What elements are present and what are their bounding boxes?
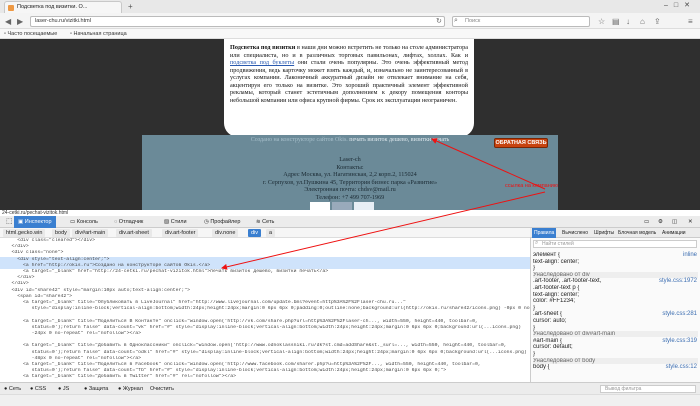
- content-card: Подсветка под визитки в наши дни можно в…: [224, 39, 474, 137]
- styles-icon: ▨: [164, 219, 171, 225]
- tab-debugger[interactable]: ◌ Отладчик: [110, 216, 147, 228]
- tab-profiler[interactable]: ◷ Профайлер: [200, 216, 244, 228]
- styles-filter-input[interactable]: Найти стилей: [533, 240, 697, 248]
- bookmarks-bar: ▫ Часто посещаемые ▫ Начальная страница: [0, 29, 700, 39]
- window-controls[interactable]: –□✕: [664, 1, 696, 9]
- breadcrumb-item[interactable]: body: [52, 229, 70, 237]
- markup-panel[interactable]: <div class="cleared"></div> </div> <div …: [0, 238, 530, 382]
- search-icon: ⌕: [454, 17, 458, 24]
- tab-title: Подсветка под визитки. О...: [17, 4, 88, 10]
- rule-source-link[interactable]: style.css:319: [662, 338, 697, 344]
- tab-console[interactable]: ▭ Консоль: [66, 216, 102, 228]
- counter-badge-icon[interactable]: [310, 202, 330, 210]
- rule-source-link[interactable]: style.css:12: [666, 364, 697, 370]
- rules-line[interactable]: }: [533, 351, 698, 357]
- tab-styles[interactable]: ▨ Стили: [160, 216, 191, 228]
- library-icon[interactable]: ▤: [612, 17, 620, 26]
- bookmark-home[interactable]: ▫ Начальная страница: [70, 29, 127, 39]
- close-devtools-icon[interactable]: ✕: [684, 216, 697, 228]
- rules-line[interactable]: }: [533, 265, 698, 271]
- markup-line[interactable]: -24px 0 no-repeat" rel="nofollow"></a>: [0, 331, 530, 337]
- settings-icon[interactable]: ⚙: [654, 216, 667, 228]
- rules-inherited-header: Унаследовано от div: [533, 271, 698, 278]
- console-icon: ▭: [70, 219, 77, 225]
- contact-line: Контакты:: [336, 163, 364, 171]
- favicon-icon: [8, 5, 14, 11]
- rule-source-link[interactable]: style.css:281: [662, 311, 697, 317]
- rules-line[interactable]: cursor: default;: [533, 344, 698, 350]
- home-icon[interactable]: ⌂: [640, 17, 645, 26]
- dock-icon[interactable]: ◫: [668, 216, 681, 228]
- breadcrumb-item[interactable]: div#art-main: [72, 229, 109, 237]
- inspector-icon: ▣: [18, 219, 25, 225]
- contact-line: Телефон: +7 499 707-1969: [315, 193, 385, 201]
- tab-fonts[interactable]: Шрифты: [592, 228, 616, 238]
- bookmark-frequent[interactable]: ▫ Часто посещаемые: [4, 29, 57, 39]
- back-icon[interactable]: ◀: [5, 17, 11, 26]
- tab-inspector[interactable]: ▣ Инспектор: [14, 216, 56, 228]
- tab-rules[interactable]: Правила: [532, 228, 557, 238]
- breadcrumb-item[interactable]: html.gecko.win: [3, 229, 46, 237]
- contact-line: Адрес Москва, ул. Нагатинская, 2,2 корп.…: [283, 171, 417, 178]
- forward-icon[interactable]: ▶: [17, 17, 23, 26]
- share-icon[interactable]: ⇪: [654, 17, 661, 26]
- rules-inherited-header: Унаследовано от div#art-main: [533, 331, 698, 338]
- rules-line[interactable]: text-align: center;: [533, 292, 698, 298]
- company-link[interactable]: печать визиток дешево, визитки печать: [348, 137, 449, 143]
- counter-badge-icon[interactable]: [354, 202, 374, 210]
- rule-source-link[interactable]: inline: [683, 252, 697, 258]
- reload-icon[interactable]: ↻: [436, 17, 442, 26]
- markup-line[interactable]: style="display:inline-block;vertical-ali…: [0, 306, 530, 312]
- download-icon[interactable]: ↓: [626, 17, 630, 26]
- search-input[interactable]: Поиск: [452, 16, 590, 27]
- okis-link[interactable]: Создано на конструкторе сайтов Okis.: [251, 137, 348, 143]
- counter-badge-icon[interactable]: [332, 202, 352, 210]
- browser-tab[interactable]: Подсветка под визитки. О...: [4, 1, 122, 13]
- rules-line[interactable]: text-align: center;: [533, 259, 698, 265]
- counter-badges: [310, 202, 395, 210]
- rules-line[interactable]: элемент {: [533, 252, 698, 258]
- callback-button[interactable]: ОБРАТНАЯ СВЯЗЬ: [494, 138, 548, 148]
- breadcrumb-item[interactable]: div: [248, 229, 262, 237]
- breadcrumb-item[interactable]: a: [266, 229, 276, 237]
- rules-line[interactable]: color: #FF1234;: [533, 298, 698, 304]
- filter-icon: ⌕: [535, 240, 539, 246]
- url-input[interactable]: laser-chu.ru/vizitki.html: [30, 16, 445, 27]
- annotation-label: ссылка на компанию: [505, 183, 558, 189]
- devtools-toolbar: ⬚ ▣ Инспектор ▭ Консоль ◌ Отладчик ▨ Сти…: [0, 216, 700, 228]
- rules-line[interactable]: }: [533, 325, 698, 331]
- card-text-2: они стали очень популярны. Это очень эфф…: [230, 59, 468, 104]
- tab-network[interactable]: ≋ Сеть: [252, 216, 278, 228]
- console-input-bar[interactable]: [0, 394, 700, 406]
- bookmark-star-icon[interactable]: ☆: [598, 17, 605, 26]
- rules-line[interactable]: cursor: auto;: [533, 318, 698, 324]
- contacts-block: Laser-ch Контакты: Адрес Москва, ул. Наг…: [142, 156, 558, 201]
- new-tab-icon[interactable]: +: [128, 2, 133, 11]
- contact-line: г. Серпухов, ул.Пушкина 45, Территория б…: [262, 178, 438, 186]
- rules-line[interactable]: }: [533, 305, 698, 311]
- breadcrumb-item[interactable]: div.art-footer: [162, 229, 199, 237]
- contact-line: Электронная почта: chdsv@mail.ru: [304, 186, 396, 193]
- tab-computed[interactable]: Вычислено: [560, 228, 590, 238]
- contact-line: Laser-ch: [339, 156, 361, 163]
- booklet-link[interactable]: подсветка под буклеты: [230, 59, 294, 66]
- console-filter-bar: ● Сеть ● CSS ● JS ● Защита ● Журнал Очис…: [0, 382, 700, 394]
- rule-source-link[interactable]: style.css:1972: [659, 278, 697, 284]
- rules-line[interactable]: .art-footer-text p {: [533, 285, 698, 291]
- menu-icon[interactable]: ≡: [688, 17, 693, 26]
- markup-line[interactable]: <a target="_blank" title="Добавить в Twi…: [0, 374, 530, 380]
- breadcrumb: html.gecko.win body div#art-main div.art…: [0, 228, 530, 238]
- rules-inherited-header: Унаследовано от body: [533, 357, 698, 364]
- rules-tabs: Правила Вычислено Шрифты Блочная модель …: [530, 228, 700, 238]
- tab-box-model[interactable]: Блочная модель: [616, 228, 658, 238]
- breadcrumb-item[interactable]: div.art-sheet: [116, 229, 152, 237]
- breadcrumb-item[interactable]: div.none: [212, 229, 239, 237]
- split-console-icon[interactable]: ▭: [640, 216, 653, 228]
- console-filter-input[interactable]: Вывод фильтра: [600, 385, 696, 393]
- tab-animations[interactable]: Анимации: [660, 228, 688, 238]
- card-heading: Подсветка под визитки: [230, 44, 296, 51]
